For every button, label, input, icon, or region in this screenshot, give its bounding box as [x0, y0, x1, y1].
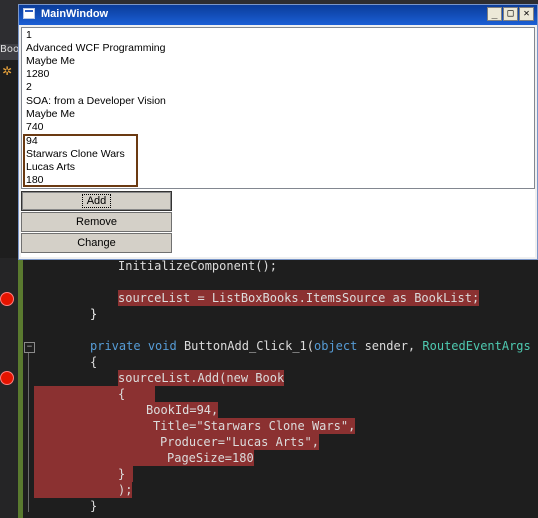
maximize-button[interactable]: □ [503, 7, 518, 21]
code-line: { [90, 355, 98, 369]
keyword: object [314, 339, 358, 353]
keyword: private [90, 339, 141, 353]
code-line-highlighted: BookId=94, [124, 402, 219, 418]
code-line-highlighted: ); [118, 482, 133, 498]
books-listbox[interactable]: 1 Advanced WCF Programming Maybe Me 1280… [21, 27, 535, 189]
code-token: e) [531, 339, 538, 353]
list-item[interactable]: 180 [26, 174, 44, 187]
list-item[interactable]: 1280 [26, 68, 49, 81]
code-line-highlighted: { [118, 386, 156, 402]
code-line-highlighted: Title="Starwars Clone Wars", [124, 418, 356, 434]
code-editor[interactable]: − InitializeComponent(); } sourceList = … [0, 258, 538, 518]
list-item[interactable]: Maybe Me [26, 55, 75, 68]
code-line-method: private void ButtonAdd_Click_1(object se… [90, 338, 538, 354]
code-line-highlighted: } [118, 466, 134, 482]
remove-button[interactable]: Remove [21, 212, 172, 232]
window-title: MainWindow [41, 8, 109, 20]
list-item[interactable]: SOA: from a Developer Vision [26, 95, 166, 108]
code-line-highlighted: Producer="Lucas Arts", [124, 434, 319, 450]
code-line: } [90, 499, 98, 513]
list-item[interactable]: 1 [26, 29, 32, 42]
window-titlebar[interactable]: MainWindow _ □ ✕ [19, 5, 537, 25]
code-line: InitializeComponent(); [118, 259, 277, 273]
code-line-highlighted: PageSize=180 [124, 450, 254, 466]
window-client-area: 1 Advanced WCF Programming Maybe Me 1280… [21, 27, 535, 257]
code-line: } [90, 307, 98, 321]
keyword: void [147, 339, 177, 353]
list-item[interactable]: 740 [26, 121, 44, 134]
tool-icon[interactable]: ✲ [2, 64, 16, 78]
code-line-highlighted: sourceList.Add(new Book [118, 370, 285, 386]
add-button[interactable]: Add [21, 191, 172, 211]
list-item[interactable]: Advanced WCF Programming [26, 42, 165, 55]
main-window: MainWindow _ □ ✕ 1 Advanced WCF Programm… [18, 4, 538, 260]
code-line-highlighted: sourceList = ListBoxBooks.ItemsSource as… [118, 290, 480, 306]
list-item[interactable]: Starwars Clone Wars [26, 148, 125, 161]
code-token: ButtonAdd_Click_1( [176, 339, 314, 353]
list-item[interactable]: 94 [26, 135, 38, 148]
code-token: sender, [357, 339, 423, 353]
list-item[interactable]: 2 [26, 81, 32, 94]
change-button[interactable]: Change [21, 233, 172, 253]
list-item[interactable]: Maybe Me [26, 108, 75, 121]
list-item[interactable]: Lucas Arts [26, 161, 75, 174]
minimize-button[interactable]: _ [487, 7, 502, 21]
window-icon [23, 8, 35, 19]
add-button-label: Add [81, 194, 112, 208]
type-name: RoutedEventArgs [422, 339, 531, 353]
ide-tab[interactable]: Boo [0, 44, 20, 60]
close-button[interactable]: ✕ [519, 7, 534, 21]
